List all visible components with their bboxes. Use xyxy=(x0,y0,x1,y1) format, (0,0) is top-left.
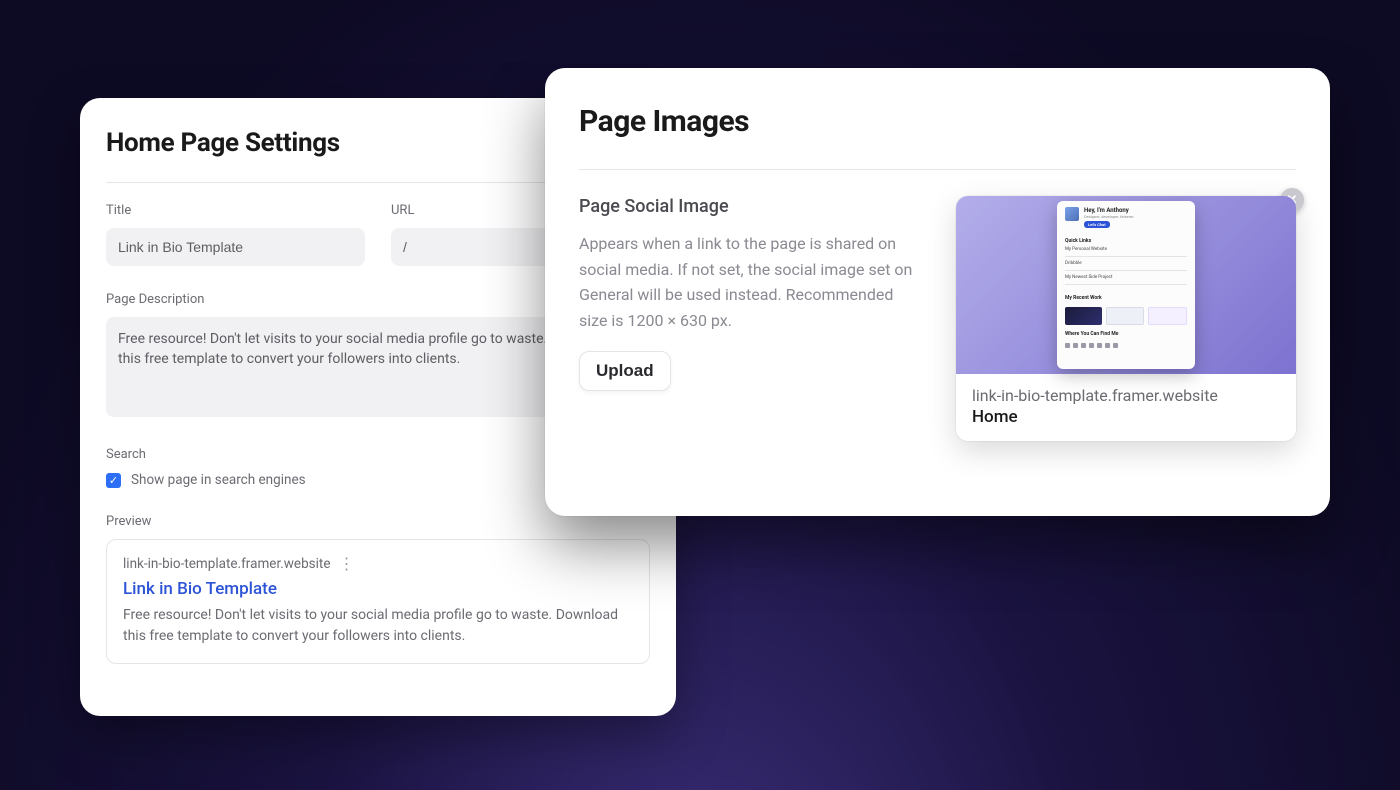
social-preview-card: Hey, I'm Anthony Designer, developer, ti… xyxy=(956,196,1296,441)
social-icon xyxy=(1089,343,1094,348)
social-icon xyxy=(1065,343,1070,348)
kebab-icon[interactable]: ⋮ xyxy=(339,554,353,573)
thumb-find-label: Where You Can Find Me xyxy=(1065,331,1187,337)
divider xyxy=(579,169,1296,170)
thumb-tile xyxy=(1148,307,1187,325)
thumb-cta-chip: Let's Chat xyxy=(1084,221,1110,228)
page-images-left: Page Social Image Appears when a link to… xyxy=(579,196,926,441)
title-input[interactable] xyxy=(106,228,365,266)
preview-url: link-in-bio-template.framer.website xyxy=(123,556,331,572)
social-image-help: Appears when a link to the page is share… xyxy=(579,231,919,333)
preview-description: Free resource! Don't let visits to your … xyxy=(123,605,633,647)
thumb-heading: Hey, I'm Anthony xyxy=(1084,207,1187,214)
social-image-thumbnail: Hey, I'm Anthony Designer, developer, ti… xyxy=(956,196,1296,374)
social-preview-meta: link-in-bio-template.framer.website Home xyxy=(956,374,1296,441)
thumb-tile xyxy=(1106,307,1145,325)
page-images-heading: Page Images xyxy=(579,104,1296,139)
avatar-icon xyxy=(1065,207,1079,221)
social-icon xyxy=(1105,343,1110,348)
social-image-subheading: Page Social Image xyxy=(579,196,926,217)
social-preview-url: link-in-bio-template.framer.website xyxy=(972,386,1280,405)
page-images-card: Page Images Page Social Image Appears wh… xyxy=(545,68,1330,516)
search-preview-box: link-in-bio-template.framer.website ⋮ Li… xyxy=(106,539,650,664)
thumb-tile xyxy=(1065,307,1102,325)
title-label: Title xyxy=(106,203,365,218)
page-images-body: Page Social Image Appears when a link to… xyxy=(579,196,1296,441)
title-field: Title xyxy=(106,203,365,266)
social-icon xyxy=(1073,343,1078,348)
social-icon xyxy=(1081,343,1086,348)
checkbox-checked-icon[interactable]: ✓ xyxy=(106,473,121,488)
social-preview-title: Home xyxy=(972,407,1280,427)
social-icon xyxy=(1097,343,1102,348)
preview-section-label: Preview xyxy=(106,514,650,529)
thumb-recent-label: My Recent Work xyxy=(1065,295,1187,301)
search-checkbox-label: Show page in search engines xyxy=(131,472,306,488)
thumb-link: My Newest Side Project xyxy=(1065,275,1187,280)
thumb-link: Dribbble xyxy=(1065,261,1187,266)
preview-title[interactable]: Link in Bio Template xyxy=(123,579,633,599)
thumb-link: My Personal Website xyxy=(1065,247,1187,252)
thumbnail-mock: Hey, I'm Anthony Designer, developer, ti… xyxy=(1057,201,1195,369)
thumb-quick-links-label: Quick Links xyxy=(1065,238,1187,244)
social-preview-wrapper: ✕ Hey, I'm Anthony Designer, developer, … xyxy=(956,196,1296,441)
social-icon xyxy=(1113,343,1118,348)
upload-button[interactable]: Upload xyxy=(579,351,671,391)
preview-url-row: link-in-bio-template.framer.website ⋮ xyxy=(123,554,633,573)
thumb-subtext: Designer, developer, tinkerer. xyxy=(1084,215,1187,219)
